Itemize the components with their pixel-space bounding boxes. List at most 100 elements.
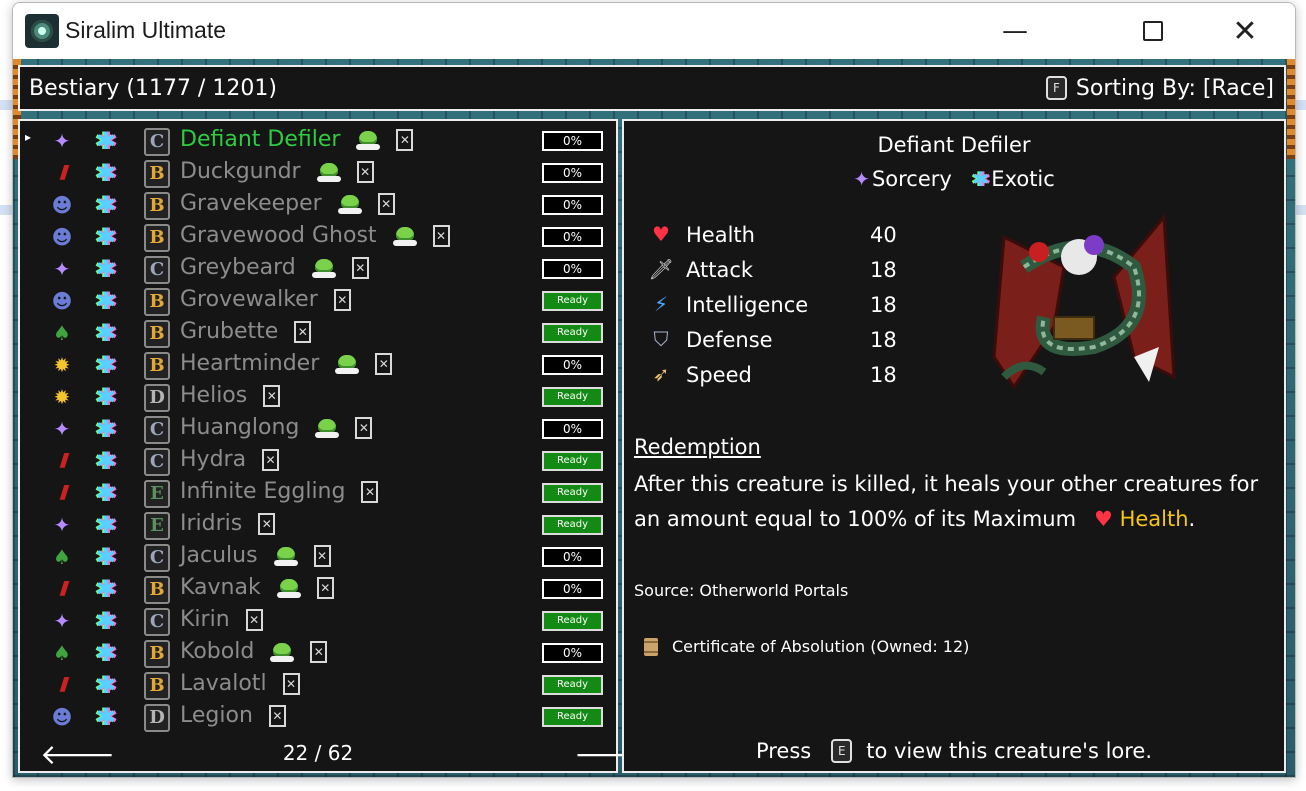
creature-name-cell: Lavalotl ✕ xyxy=(180,671,300,696)
goblin-icon xyxy=(270,642,295,662)
minimize-button[interactable]: — xyxy=(969,3,1061,59)
progress-badge: 0% xyxy=(542,195,603,215)
race-sorcery-icon: ✦ xyxy=(53,513,71,537)
exotic-icon: ✱ xyxy=(972,167,990,191)
goblin-icon xyxy=(311,258,336,278)
close-button[interactable]: ✕ xyxy=(1199,3,1291,59)
creature-row[interactable]: ✹ ✱ B Heartminder ✕ 0% xyxy=(20,349,616,381)
rarity-badge: B xyxy=(144,320,170,348)
race-cretan-icon: /// xyxy=(59,674,70,695)
creature-name-cell: Greybeard ✕ xyxy=(180,255,369,280)
maximize-button[interactable] xyxy=(1107,3,1199,59)
rarity-badge: D xyxy=(144,384,170,412)
exotic-class-icon: ✱ xyxy=(95,127,117,155)
stat-label: Defense xyxy=(686,328,773,352)
rarity-badge: C xyxy=(144,416,170,444)
stat-label: Intelligence xyxy=(686,293,809,317)
bestiary-header: Bestiary (1177 / 1201) F Sorting By: [Ra… xyxy=(18,65,1286,111)
trait-name: Redemption xyxy=(634,435,761,459)
creature-name-cell: Infinite Eggling ✕ xyxy=(180,479,379,504)
race-cretan-icon: /// xyxy=(59,450,70,471)
window-title: Siralim Ultimate xyxy=(65,17,227,43)
creature-row[interactable]: ☻ ✱ B Gravekeeper ✕ 0% xyxy=(20,189,616,221)
creature-row[interactable]: /// ✱ C Hydra ✕ Ready xyxy=(20,445,616,477)
creature-row[interactable]: ♠ ✱ B Grubette ✕ Ready xyxy=(20,317,616,349)
rarity-badge: B xyxy=(144,576,170,604)
stat-value: 40 xyxy=(870,223,897,247)
progress-badge: 0% xyxy=(542,259,603,279)
creature-row[interactable]: ☻ ✱ B Grovewalker ✕ Ready xyxy=(20,285,616,317)
creature-name-cell: Duckgundr ✕ xyxy=(180,159,374,184)
progress-badge: 0% xyxy=(542,419,603,439)
exotic-class-icon: ✱ xyxy=(95,255,117,283)
creature-row[interactable]: ▸ ✦ ✱ C Defiant Defiler ✕ 0% xyxy=(20,125,616,157)
creature-name-cell: Gravekeeper ✕ xyxy=(180,191,395,216)
lore-text: to view this creature's lore. xyxy=(866,739,1153,763)
checkbox-x-icon: ✕ xyxy=(355,416,373,439)
creature-row[interactable]: /// ✱ B Duckgundr ✕ 0% xyxy=(20,157,616,189)
creature-row-name: Kirin xyxy=(180,607,230,632)
sorcery-icon: ✦ xyxy=(853,167,870,191)
creature-row[interactable]: ✦ ✱ C Huanglong ✕ 0% xyxy=(20,413,616,445)
stat-row: ➶ Speed 18 xyxy=(648,361,908,393)
stat-label: Health xyxy=(686,223,755,247)
creature-row[interactable]: /// ✱ B Lavalotl ✕ Ready xyxy=(20,669,616,701)
creature-types: ✦Sorcery ✱Exotic xyxy=(624,167,1284,191)
creature-name-cell: Huanglong ✕ xyxy=(180,415,373,440)
progress-badge: Ready xyxy=(542,675,603,695)
stat-row: 🗡 Attack 18 xyxy=(648,256,908,288)
creature-row[interactable]: ☻ ✱ B Gravewood Ghost ✕ 0% xyxy=(20,221,616,253)
goblin-icon xyxy=(276,578,301,598)
wing-icon: ➶ xyxy=(652,362,670,386)
race-sorcery-icon: ✦ xyxy=(53,129,71,153)
race-sorcery-icon: ✦ xyxy=(53,417,71,441)
creature-row[interactable]: ☻ ✱ D Legion ✕ Ready xyxy=(20,701,616,733)
sort-label[interactable]: Sorting By: [Race] xyxy=(1076,76,1274,101)
checkbox-x-icon: ✕ xyxy=(361,480,379,503)
trait-highlight: Health xyxy=(1119,507,1189,531)
creature-row-name: Helios xyxy=(180,383,248,408)
rarity-badge: E xyxy=(144,480,170,508)
creature-row[interactable]: ✹ ✱ D Helios ✕ Ready xyxy=(20,381,616,413)
exotic-class-icon: ✱ xyxy=(95,191,117,219)
creature-row[interactable]: /// ✱ E Infinite Eggling ✕ Ready xyxy=(20,477,616,509)
creature-row[interactable]: ✦ ✱ C Greybeard ✕ 0% xyxy=(20,253,616,285)
exotic-class-icon: ✱ xyxy=(95,703,117,731)
trait-description: After this creature is killed, it heals … xyxy=(634,467,1274,537)
race-nature-icon: ♠ xyxy=(53,641,71,665)
stat-label: Speed xyxy=(686,363,752,387)
lore-key-icon[interactable]: E xyxy=(831,739,853,763)
race-cretan-icon: /// xyxy=(59,482,70,503)
creature-row-name: Heartminder xyxy=(180,351,320,376)
race-death-icon: ☻ xyxy=(51,193,73,217)
checkbox-x-icon: ✕ xyxy=(258,512,276,535)
race-sorcery-icon: ✦ xyxy=(53,609,71,633)
title-bar[interactable]: Siralim Ultimate — ✕ xyxy=(13,3,1295,59)
exotic-class-icon: ✱ xyxy=(95,511,117,539)
exotic-class-icon: ✱ xyxy=(95,223,117,251)
bestiary-title: Bestiary (1177 / 1201) xyxy=(29,76,277,101)
goblin-icon xyxy=(316,162,341,182)
creature-row[interactable]: ♠ ✱ C Jaculus ✕ 0% xyxy=(20,541,616,573)
checkbox-x-icon: ✕ xyxy=(333,288,351,311)
progress-badge: Ready xyxy=(542,387,603,407)
creature-row[interactable]: ✦ ✱ C Kirin ✕ Ready xyxy=(20,605,616,637)
creature-name-cell: Grovewalker ✕ xyxy=(180,287,351,312)
certificate-line: Certificate of Absolution (Owned: 12) xyxy=(644,637,969,656)
creature-sprite xyxy=(992,213,1176,390)
creature-row[interactable]: ✦ ✱ E Iridris ✕ Ready xyxy=(20,509,616,541)
creature-row-name: Grovewalker xyxy=(180,287,318,312)
rarity-badge: B xyxy=(144,192,170,220)
checkbox-x-icon: ✕ xyxy=(356,160,374,183)
creature-name-cell: Legion ✕ xyxy=(180,703,286,728)
page-indicator: 22 / 62 xyxy=(282,741,354,765)
rarity-badge: E xyxy=(144,512,170,540)
creature-row[interactable]: ♠ ✱ B Kobold ✕ 0% xyxy=(20,637,616,669)
creature-row[interactable]: /// ✱ B Kavnak ✕ 0% xyxy=(20,573,616,605)
rarity-badge: D xyxy=(144,704,170,732)
game-viewport: Bestiary (1177 / 1201) F Sorting By: [Ra… xyxy=(13,59,1295,777)
creature-row-name: Duckgundr xyxy=(180,159,301,184)
exotic-class-icon: ✱ xyxy=(95,447,117,475)
race-life-icon: ✹ xyxy=(53,385,71,409)
progress-badge: Ready xyxy=(542,483,603,503)
